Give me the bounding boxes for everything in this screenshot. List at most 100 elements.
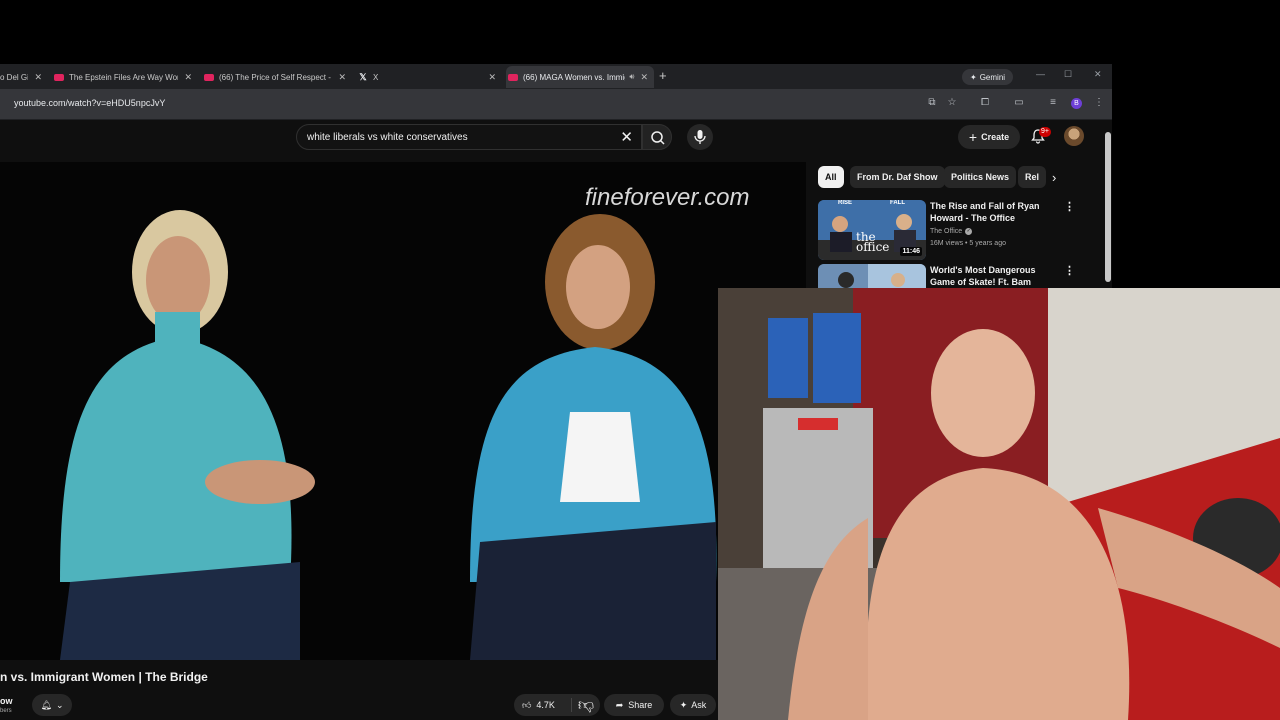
thumbnail-text-fall: FALL	[890, 200, 905, 206]
new-tab-plus-icon[interactable]: +	[659, 68, 667, 83]
share-arrow-icon: ➦	[615, 699, 624, 710]
window-close-icon[interactable]: ✕	[1094, 69, 1102, 80]
sparkle-icon: ✦	[679, 699, 688, 710]
thumbnail-logo-text: the office	[856, 230, 890, 254]
create-button[interactable]: + Create	[958, 125, 1020, 149]
thumbs-down-icon: 👎︎	[577, 696, 595, 714]
video-watermark: fineforever.com	[585, 184, 750, 211]
thumbnail-text-rise: RISE	[838, 200, 853, 206]
like-button[interactable]: 👍︎ 4.7K	[514, 698, 572, 712]
cast-icon[interactable]: ⧉	[926, 97, 938, 109]
search-box[interactable]: white liberals vs white conservatives ✕	[296, 124, 642, 150]
video-title: n vs. Immigrant Women | The Bridge	[0, 670, 208, 684]
tab-title: X	[373, 72, 379, 82]
thumbs-up-icon: 👍︎	[522, 699, 532, 710]
dislike-button[interactable]: 👎︎	[572, 696, 600, 715]
recommendation-meta: 16M views • 5 years ago	[930, 240, 1006, 247]
video-thumbnail[interactable]: RISE FALL the office 11:46	[818, 200, 926, 260]
tab-close-icon[interactable]: ✕	[34, 72, 42, 83]
tab-title: o Del Gi	[0, 72, 29, 82]
recommendation-channel[interactable]: The Office ✓	[930, 228, 973, 235]
search-button[interactable]	[642, 124, 672, 150]
chip-label: Politics News	[951, 172, 1010, 182]
verified-check-icon: ✓	[965, 228, 973, 235]
webcam-frame	[718, 288, 1280, 720]
tab-close-icon[interactable]: ✕	[640, 72, 648, 83]
chevron-down-icon: ⌄	[55, 699, 64, 710]
recommendation-item[interactable]: RISE FALL the office 11:46 The Rise and …	[818, 200, 1108, 264]
ask-label: Ask	[691, 700, 707, 710]
video-frame	[0, 162, 806, 660]
sparkle-icon: ✦	[970, 72, 977, 82]
webcam-overlay	[718, 288, 1280, 720]
left-woman-hands	[205, 460, 315, 504]
create-label: Create	[981, 132, 1010, 142]
tab-strip: o Del Gi ✕ The Epstein Files Are Way Wor…	[0, 64, 1112, 89]
channel-name: The Office	[930, 228, 963, 235]
notification-badge: 9+	[1039, 127, 1051, 137]
chip-label: From Dr. Daf Show	[857, 172, 938, 182]
sidebar-icon[interactable]: ▭	[1013, 97, 1025, 109]
maximize-icon[interactable]: ☐	[1064, 69, 1072, 80]
browser-tab[interactable]: o Del Gi ✕	[0, 66, 48, 88]
bell-icon: 🔔︎	[40, 699, 52, 710]
browser-tab[interactable]: The Epstein Files Are Way Worse ✕	[52, 66, 198, 88]
share-button[interactable]: ➦ Share	[604, 694, 664, 716]
browser-tab[interactable]: (66) The Price of Self Respect - ✕	[202, 66, 352, 88]
right-woman-jeans	[470, 522, 716, 660]
white-top	[560, 412, 640, 502]
blue-box	[813, 313, 861, 403]
man-head	[931, 329, 1035, 457]
x-logo-icon: 𝕏	[359, 71, 367, 82]
more-options-icon[interactable]: ⋮	[1064, 200, 1075, 213]
subscriber-count: bers	[0, 708, 12, 714]
like-dislike-group: 👍︎ 4.7K 👎︎	[514, 694, 600, 716]
media-controls-icon[interactable]: ≡	[1047, 97, 1059, 109]
browser-chrome: o Del Gi ✕ The Epstein Files Are Way Wor…	[0, 64, 1112, 120]
kebab-menu-icon[interactable]: ⋮	[1093, 97, 1105, 109]
chip-label: Rel	[1025, 172, 1040, 182]
recommendation-title[interactable]: The Rise and Fall of Ryan Howard - The O…	[930, 200, 1060, 224]
search-input[interactable]: white liberals vs white conservatives	[307, 132, 468, 143]
voice-search-button[interactable]	[687, 124, 713, 150]
right-woman-face	[566, 245, 630, 329]
gemini-label: Gemini	[979, 72, 1006, 82]
subscription-bell-button[interactable]: 🔔︎ ⌄	[32, 694, 72, 716]
ask-button[interactable]: ✦ Ask	[670, 694, 716, 716]
left-woman-face	[146, 236, 210, 324]
more-options-icon[interactable]: ⋮	[1064, 264, 1075, 277]
tab-title: (66) MAGA Women vs. Immigrant	[523, 72, 625, 82]
chip-politics-news[interactable]: Politics News	[944, 166, 1017, 188]
chip-label: All	[825, 172, 837, 182]
clear-search-icon[interactable]: ✕	[620, 128, 633, 146]
channel-name[interactable]: ow	[0, 696, 13, 706]
url-text[interactable]: youtube.com/watch?v=eHDU5npcJvY	[14, 98, 165, 108]
blue-box	[768, 318, 808, 398]
youtube-favicon-icon	[508, 73, 518, 81]
account-avatar[interactable]	[1064, 126, 1084, 146]
address-bar[interactable]: youtube.com/watch?v=eHDU5npcJvY ⧉ ☆ ⧠ ▭ …	[0, 89, 1112, 119]
tab-close-icon[interactable]: ✕	[488, 72, 496, 83]
profile-avatar[interactable]: B	[1071, 98, 1082, 109]
search-icon	[651, 131, 665, 145]
tab-close-icon[interactable]: ✕	[184, 72, 192, 83]
chip-all[interactable]: All	[818, 166, 844, 188]
tab-close-icon[interactable]: ✕	[338, 72, 346, 83]
browser-tab-active[interactable]: (66) MAGA Women vs. Immigrant 🔊︎ ✕	[506, 66, 654, 88]
video-player[interactable]: fineforever.com	[0, 162, 806, 660]
youtube-favicon-icon	[54, 73, 64, 81]
chip-related[interactable]: Rel	[1018, 166, 1046, 188]
plus-icon: +	[968, 129, 978, 145]
speaker-icon[interactable]: 🔊︎	[629, 72, 634, 82]
extensions-icon[interactable]: ⧠	[979, 97, 991, 109]
gemini-button[interactable]: ✦ Gemini	[962, 69, 1014, 85]
chip-from-dr-daf-show[interactable]: From Dr. Daf Show	[850, 166, 945, 188]
browser-tab[interactable]: 𝕏 X ✕	[356, 66, 502, 88]
minimize-icon[interactable]: —	[1036, 69, 1045, 79]
youtube-favicon-icon	[204, 73, 214, 81]
chevron-right-icon[interactable]: ›	[1052, 170, 1056, 185]
bookmark-star-icon[interactable]: ☆	[946, 97, 958, 109]
like-count: 4.7K	[536, 700, 555, 710]
share-label: Share	[628, 700, 653, 710]
microphone-icon	[694, 130, 706, 144]
